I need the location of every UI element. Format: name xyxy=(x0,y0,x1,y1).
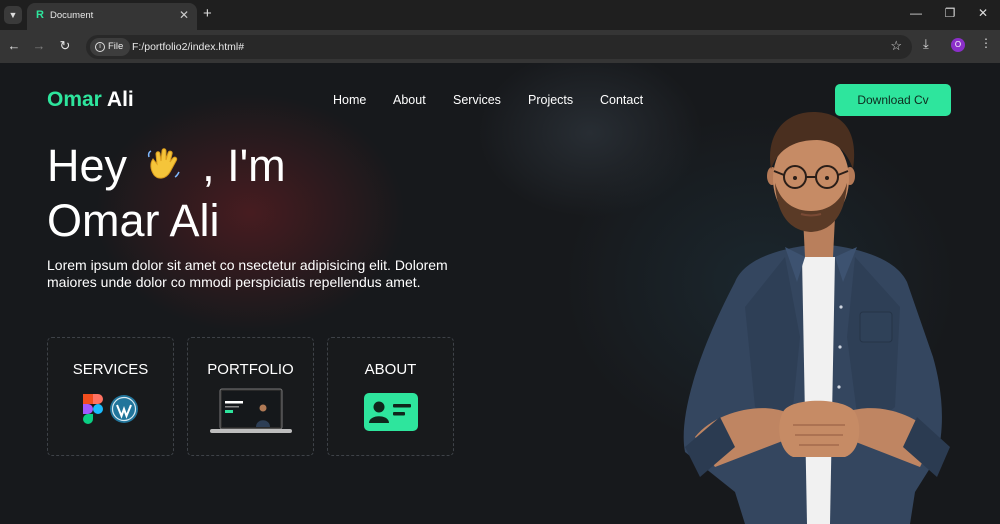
hero-greeting-post: , I'm xyxy=(202,140,286,191)
tab-title: Document xyxy=(50,10,94,21)
portfolio-card[interactable]: PORTFOLIO xyxy=(187,337,314,456)
download-icon[interactable]: ⤓ xyxy=(923,36,929,52)
wordpress-icon xyxy=(109,394,139,429)
site-logo[interactable]: Omar Ali xyxy=(47,88,134,112)
browser-tab[interactable]: R Document ✕ xyxy=(27,3,197,30)
figma-icon xyxy=(82,394,103,429)
close-icon[interactable]: ✕ xyxy=(975,6,991,20)
services-card[interactable]: SERVICES xyxy=(47,337,174,456)
hero-description: Lorem ipsum dolor sit amet co nsectetur … xyxy=(47,257,448,290)
services-card-title: SERVICES xyxy=(72,361,149,378)
info-icon: i xyxy=(95,42,105,52)
about-card[interactable]: ABOUT xyxy=(327,337,454,456)
hero-greeting: Hey , I'm xyxy=(47,140,286,196)
tab-search-icon[interactable]: ▼ xyxy=(4,6,22,24)
hero-name: Omar Ali xyxy=(47,195,220,246)
tab-close-icon[interactable]: ✕ xyxy=(179,8,189,22)
laptop-preview-icon xyxy=(209,388,292,439)
nav-home[interactable]: Home xyxy=(333,93,366,107)
tab-favicon: R xyxy=(36,9,44,21)
menu-icon[interactable]: ⋮ xyxy=(980,36,992,50)
portfolio-card-title: PORTFOLIO xyxy=(207,361,294,378)
browser-toolbar: ← → ↻ i File F:/portfolio2/index.html# ☆ xyxy=(0,30,1000,63)
nav-projects[interactable]: Projects xyxy=(528,93,573,107)
site-info-chip[interactable]: i File xyxy=(90,38,130,56)
nav-contact[interactable]: Contact xyxy=(600,93,643,107)
forward-icon[interactable]: → xyxy=(31,38,47,53)
profile-avatar[interactable]: O xyxy=(951,38,965,52)
star-icon[interactable]: ☆ xyxy=(890,38,902,54)
hero-greeting-pre: Hey xyxy=(47,140,128,191)
site-info-label: File xyxy=(108,41,124,52)
url-text[interactable]: F:/portfolio2/index.html# xyxy=(132,41,244,53)
browser-tab-bar: ▼ R Document ✕ + — ❐ ✕ xyxy=(0,0,1000,30)
nav-services[interactable]: Services xyxy=(453,93,501,107)
hero-portrait xyxy=(683,112,950,524)
services-card-icons xyxy=(48,394,173,429)
about-card-title: ABOUT xyxy=(364,361,417,378)
reload-icon[interactable]: ↻ xyxy=(57,38,73,54)
minimize-icon[interactable]: — xyxy=(908,6,924,20)
about-card-icons xyxy=(328,393,453,436)
address-bar[interactable]: i File F:/portfolio2/index.html# ☆ xyxy=(86,35,912,59)
id-card-icon xyxy=(363,393,418,436)
restore-icon[interactable]: ❐ xyxy=(942,6,958,20)
waving-hand-icon xyxy=(144,144,184,196)
page-viewport: Omar Ali Home About Services Projects Co… xyxy=(0,63,1000,524)
logo-first-name: Omar xyxy=(47,88,102,111)
logo-last-name: Ali xyxy=(106,88,134,111)
new-tab-button[interactable]: + xyxy=(203,5,212,22)
back-icon[interactable]: ← xyxy=(6,38,22,53)
nav-about[interactable]: About xyxy=(393,93,426,107)
portfolio-card-icons xyxy=(188,388,313,439)
